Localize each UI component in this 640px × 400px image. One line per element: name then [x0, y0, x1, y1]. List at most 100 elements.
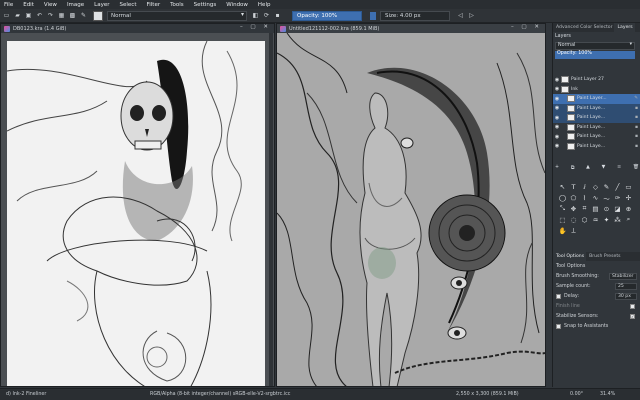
- canvas-right[interactable]: [277, 33, 545, 386]
- tab-layers[interactable]: Layers: [614, 23, 635, 32]
- layer-row[interactable]: ◉ Paint Laye... ▪: [553, 113, 640, 123]
- rectangle-tool-icon[interactable]: ▭: [623, 183, 634, 191]
- dynamic-brush-tool-icon[interactable]: ✑: [612, 194, 623, 202]
- gradient-tool-icon[interactable]: ▤: [590, 205, 601, 213]
- ellipse-tool-icon[interactable]: ◯: [557, 194, 568, 202]
- multibrush-tool-icon[interactable]: ✢: [623, 194, 634, 202]
- freehand-select-tool-icon[interactable]: ♒: [590, 216, 601, 224]
- menu-window[interactable]: Window: [226, 2, 248, 8]
- transform-tool-icon[interactable]: ⤡: [557, 204, 568, 213]
- opacity-slider[interactable]: Opacity: 100%: [292, 10, 362, 21]
- gradient-icon[interactable]: ▦: [57, 11, 66, 20]
- move-down-icon[interactable]: ▼: [602, 165, 606, 170]
- menu-edit[interactable]: Edit: [23, 2, 34, 8]
- visibility-eye-icon[interactable]: ◉: [553, 115, 561, 121]
- menu-file[interactable]: File: [4, 2, 13, 8]
- delay-input[interactable]: 30 px: [615, 292, 637, 300]
- edit-shapes-tool-icon[interactable]: ◇: [590, 183, 601, 191]
- brush-tool-icon[interactable]: ✎: [601, 183, 612, 191]
- document-window-left[interactable]: DB0123.kra (1.4 GiB) – ▢ ✕: [0, 23, 275, 387]
- menu-layer[interactable]: Layer: [94, 2, 109, 8]
- status-zoom[interactable]: 31.4%: [600, 392, 615, 397]
- layer-blend-select[interactable]: Normal: [555, 41, 635, 50]
- visibility-eye-icon[interactable]: ◉: [553, 124, 561, 130]
- layer-row[interactable]: ◉ Paint Laye... ▪: [553, 132, 640, 142]
- size-slider[interactable]: Size: 4.00 px: [380, 10, 450, 21]
- layer-properties-icon[interactable]: ≡: [617, 165, 621, 170]
- layer-row[interactable]: ◉ Paint Layer... ✎: [553, 94, 640, 104]
- freehand-path-tool-icon[interactable]: 〜: [601, 193, 612, 203]
- polygon-tool-icon[interactable]: ⬠: [568, 194, 579, 202]
- assistant-tool-icon[interactable]: ⊕: [623, 205, 634, 213]
- redo-icon[interactable]: ↷: [46, 11, 55, 20]
- menu-image[interactable]: Image: [67, 2, 84, 8]
- duplicate-layer-icon[interactable]: ⧉: [571, 165, 574, 171]
- select-shapes-tool-icon[interactable]: ↖: [557, 183, 568, 191]
- visibility-eye-icon[interactable]: ◉: [553, 143, 561, 149]
- document-window-right[interactable]: Untitled121112-002.kra (859.1 MiB) – ▢ ✕: [276, 23, 546, 387]
- layer-row[interactable]: ◉ Paint Layer 27: [553, 75, 640, 85]
- visibility-eye-icon[interactable]: ◉: [553, 77, 561, 83]
- polyline-tool-icon[interactable]: ⌇: [579, 194, 590, 202]
- save-icon[interactable]: ▣: [24, 11, 33, 20]
- fill-tool-icon[interactable]: ◪: [612, 205, 623, 213]
- similar-select-tool-icon[interactable]: ⁂: [612, 216, 623, 224]
- text-tool-icon[interactable]: T: [568, 183, 579, 191]
- contiguous-select-tool-icon[interactable]: ✦: [601, 216, 612, 224]
- visibility-eye-icon[interactable]: ◉: [553, 86, 561, 92]
- move-tool-icon[interactable]: ✥: [568, 205, 579, 213]
- sample-count-input[interactable]: 25: [615, 282, 637, 290]
- brush-preset-swatch[interactable]: [93, 10, 103, 21]
- erase-mode-icon[interactable]: ◧: [251, 11, 260, 20]
- add-layer-icon[interactable]: +: [555, 165, 559, 170]
- rect-select-tool-icon[interactable]: ⬚: [557, 216, 568, 224]
- crop-tool-icon[interactable]: ⌗: [579, 204, 590, 213]
- layer-row[interactable]: ◉ Paint Laye... ▪: [553, 123, 640, 133]
- layer-opacity-slider[interactable]: Opacity: 100%: [555, 50, 635, 59]
- mirror-vertical-icon[interactable]: ▷: [467, 11, 476, 20]
- visibility-eye-icon[interactable]: ◉: [553, 105, 561, 111]
- finish-line-checkbox[interactable]: [630, 303, 635, 309]
- delete-layer-icon[interactable]: 🗑: [633, 165, 639, 170]
- measure-tool-icon[interactable]: ⟂: [568, 226, 579, 235]
- menu-view[interactable]: View: [44, 2, 57, 8]
- delay-checkbox[interactable]: [556, 293, 561, 299]
- calligraphy-tool-icon[interactable]: ⅈ: [579, 183, 590, 191]
- menu-tools[interactable]: Tools: [170, 2, 184, 8]
- pan-tool-icon[interactable]: ✋: [557, 227, 568, 235]
- menu-help[interactable]: Help: [258, 2, 271, 8]
- bezier-tool-icon[interactable]: ∿: [590, 194, 601, 202]
- layer-row[interactable]: ◉ Ink: [553, 85, 640, 95]
- pattern-icon[interactable]: ▩: [68, 11, 77, 20]
- reload-preset-icon[interactable]: ⟳: [262, 11, 271, 20]
- snap-assistants-checkbox[interactable]: [556, 323, 561, 329]
- move-up-icon[interactable]: ▲: [586, 165, 590, 170]
- window-controls-right[interactable]: – ▢ ✕: [511, 24, 542, 30]
- visibility-eye-icon[interactable]: ◉: [553, 134, 561, 140]
- canvas-left[interactable]: [1, 33, 274, 386]
- line-tool-icon[interactable]: ╱: [612, 183, 623, 191]
- visibility-eye-icon[interactable]: ◉: [553, 96, 561, 102]
- stabilize-sensors-checkbox[interactable]: ✓: [630, 313, 635, 319]
- mirror-horizontal-icon[interactable]: ◁: [456, 11, 465, 20]
- new-document-icon[interactable]: ▭: [2, 11, 11, 20]
- menu-select[interactable]: Select: [120, 2, 137, 8]
- blend-mode-select[interactable]: Normal: [107, 10, 247, 21]
- brush-smoothing-select[interactable]: Stabilizer: [609, 272, 637, 280]
- open-folder-icon[interactable]: ▰: [13, 11, 22, 20]
- menu-filter[interactable]: Filter: [146, 2, 160, 8]
- brush-settings-icon[interactable]: ✎: [79, 11, 88, 20]
- layer-row[interactable]: ◉ Paint Laye... ▪: [553, 142, 640, 152]
- ellipse-select-tool-icon[interactable]: ◌: [568, 216, 579, 224]
- layer-row[interactable]: ◉ Paint Laye... ▪: [553, 103, 640, 113]
- window-titlebar-left[interactable]: DB0123.kra (1.4 GiB) – ▢ ✕: [1, 24, 274, 33]
- tab-advanced-color-selector[interactable]: Advanced Color Selector: [553, 23, 614, 32]
- menu-settings[interactable]: Settings: [194, 2, 217, 8]
- polygon-select-tool-icon[interactable]: ⬡: [579, 216, 590, 224]
- vertical-scrollbar-left[interactable]: [269, 33, 273, 386]
- undo-icon[interactable]: ↶: [35, 11, 44, 20]
- tab-tool-options[interactable]: Tool Options: [553, 252, 587, 261]
- alpha-lock-icon[interactable]: ▪: [273, 11, 282, 20]
- color-picker-tool-icon[interactable]: ⊙: [601, 205, 612, 213]
- tab-brush-presets[interactable]: Brush Presets: [586, 252, 622, 261]
